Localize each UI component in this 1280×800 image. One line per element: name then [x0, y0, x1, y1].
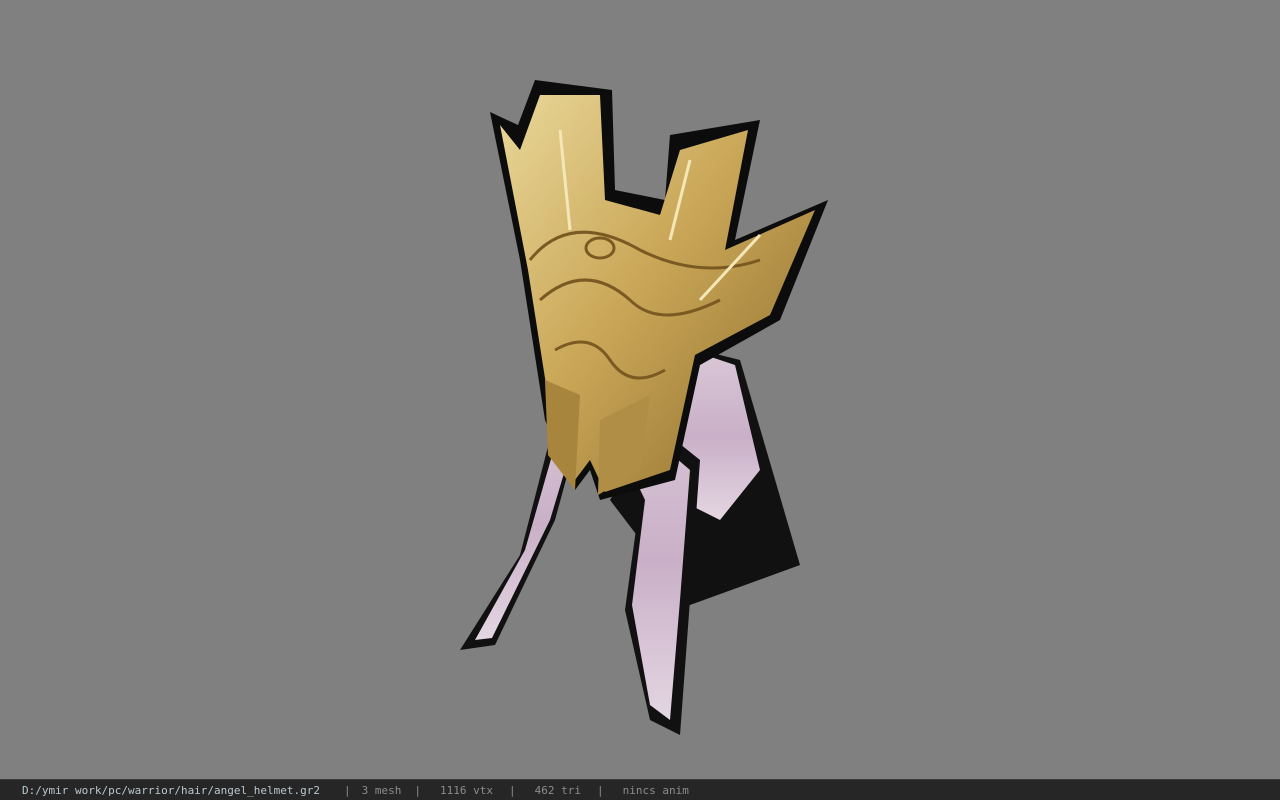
- status-separator: |: [414, 783, 422, 797]
- mesh-count: 3 mesh: [361, 783, 402, 797]
- model-file-path: D:/ymir work/pc/warrior/hair/angel_helme…: [22, 783, 321, 797]
- status-separator: |: [344, 783, 351, 797]
- triangle-count: 462 tri: [534, 783, 581, 797]
- animation-status: nincs anim: [622, 783, 689, 797]
- status-separator: |: [596, 783, 604, 797]
- helmet-model[interactable]: [0, 0, 1280, 779]
- status-separator: |: [509, 783, 516, 797]
- status-bar: D:/ymir work/pc/warrior/hair/angel_helme…: [0, 779, 1280, 800]
- vertex-count: 1116 vtx: [440, 783, 493, 797]
- helmet-mesh: [490, 80, 828, 500]
- 3d-viewport[interactable]: [0, 0, 1280, 779]
